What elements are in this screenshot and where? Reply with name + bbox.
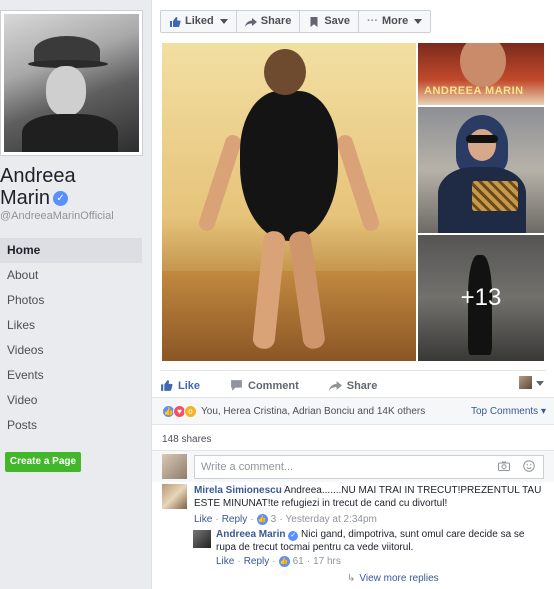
magazine-cover-text: ANDREEA MARIN xyxy=(424,85,524,97)
speech-bubble-icon xyxy=(231,380,242,391)
chevron-down-icon[interactable] xyxy=(536,381,544,386)
liked-label: Liked xyxy=(185,15,214,27)
nav-item-home[interactable]: Home xyxy=(0,238,142,263)
page-name-line1: Andreea xyxy=(0,165,76,187)
share-arrow-icon xyxy=(328,381,342,391)
reply-author[interactable]: Andreea Marin xyxy=(216,529,285,540)
share-button[interactable]: Share xyxy=(237,11,301,32)
wow-reaction-icon[interactable]: o xyxy=(184,404,197,418)
left-sidebar: Andreea Marin ✓ @AndreeaMarinOfficial Hom… xyxy=(0,0,150,589)
comment: Mirela Simionescu Andreea.......NU MAI T… xyxy=(152,484,554,526)
thumbs-up-icon: 👍 xyxy=(278,556,290,567)
liked-button[interactable]: Liked xyxy=(161,11,237,32)
profile-picture[interactable] xyxy=(0,10,143,156)
comment-author[interactable]: Mirela Simionescu xyxy=(194,485,282,496)
photo-thumbnail-2[interactable] xyxy=(418,107,544,233)
view-more-replies-label: View more replies xyxy=(359,573,439,584)
chevron-down-icon xyxy=(219,19,228,24)
more-label: More xyxy=(382,15,409,27)
nav-item-about[interactable]: About xyxy=(0,263,142,288)
comment-input[interactable] xyxy=(194,455,544,479)
like-label: Like xyxy=(178,379,201,392)
comment-label: Comment xyxy=(248,379,299,392)
comment-body: Mirela Simionescu Andreea.......NU MAI T… xyxy=(194,484,544,510)
post-actions-bar: Like Comment Share xyxy=(160,370,546,396)
reply-like-link[interactable]: Like xyxy=(216,556,234,567)
save-label: Save xyxy=(324,15,351,27)
share-post-button[interactable]: Share xyxy=(328,379,378,392)
page-handle[interactable]: @AndreeaMarinOfficial xyxy=(0,210,114,222)
camera-icon[interactable] xyxy=(498,461,510,471)
reply-body: Andreea Marin ✓ Nici gand, dimpotriva, s… xyxy=(216,528,546,554)
chevron-down-icon xyxy=(414,19,423,24)
nav-item-likes[interactable]: Likes xyxy=(0,313,142,338)
bookmark-icon xyxy=(310,16,318,27)
avatar[interactable] xyxy=(162,484,187,509)
page-name-line2: Marin xyxy=(0,187,51,209)
view-more-replies-link[interactable]: ↳ View more replies xyxy=(347,573,439,584)
reply-meta: Like · Reply · 👍 61 · 17 hrs xyxy=(216,556,341,567)
verified-badge-icon: ✓ xyxy=(288,531,299,541)
comment-like-link[interactable]: Like xyxy=(194,514,212,525)
comment-button[interactable]: Comment xyxy=(230,379,299,392)
share-label: Share xyxy=(260,15,292,27)
reply-arrow-icon: ↳ xyxy=(347,573,356,584)
reply-reply-link[interactable]: Reply xyxy=(244,556,270,567)
post-photo-grid: ANDREEA MARIN +13 xyxy=(162,43,544,361)
reactions-row: 👍 ♥ o You, Herea Cristina, Adrian Bonciu… xyxy=(152,397,554,425)
comment-meta: Like · Reply · 👍 3 · Yesterday at 2:34pm xyxy=(194,514,377,525)
share-arrow-icon xyxy=(244,17,257,27)
share-post-label: Share xyxy=(346,379,378,392)
nav-item-video[interactable]: Video xyxy=(0,388,142,413)
like-button[interactable]: Like xyxy=(160,379,200,392)
thumbs-up-icon xyxy=(170,16,181,27)
nav-item-posts[interactable]: Posts xyxy=(0,413,142,438)
page-nav: Home About Photos Likes Videos Events Vi… xyxy=(0,238,142,438)
verified-badge-icon: ✓ xyxy=(53,191,69,207)
emoji-icon[interactable] xyxy=(523,460,535,472)
nav-item-videos[interactable]: Videos xyxy=(0,338,142,363)
nav-item-photos[interactable]: Photos xyxy=(0,288,142,313)
top-comments-dropdown[interactable]: Top Comments ▾ xyxy=(471,406,546,417)
more-photos-count: +13 xyxy=(460,284,502,311)
main-photo[interactable] xyxy=(162,43,416,361)
thumbs-up-icon xyxy=(161,380,173,391)
save-button[interactable]: Save xyxy=(300,11,360,32)
reactions-summary[interactable]: You, Herea Cristina, Adrian Bonciu and 1… xyxy=(201,406,425,417)
comment-reply: Andreea Marin ✓ Nici gand, dimpotriva, s… xyxy=(192,528,554,572)
shares-count[interactable]: 148 shares xyxy=(162,434,211,445)
comment-composer xyxy=(152,450,554,482)
comment-timestamp[interactable]: Yesterday at 2:34pm xyxy=(286,514,377,525)
thumbs-up-icon: 👍 xyxy=(256,514,268,525)
more-dots-icon: ··· xyxy=(367,15,379,27)
avatar[interactable] xyxy=(193,530,211,548)
page-action-bar: Liked Share Save ··· More xyxy=(160,10,432,33)
photo-thumbnail-1[interactable]: ANDREEA MARIN xyxy=(418,43,544,105)
comment-like-count[interactable]: 3 xyxy=(271,514,277,525)
top-comments-label: Top Comments xyxy=(470,405,539,417)
nav-item-events[interactable]: Events xyxy=(0,363,142,388)
page-name[interactable]: Andreea Marin ✓ xyxy=(0,165,76,209)
profile-photo-image xyxy=(4,14,139,152)
reply-like-count[interactable]: 61 xyxy=(293,556,304,567)
reply-timestamp[interactable]: 17 hrs xyxy=(313,556,341,567)
avatar xyxy=(162,454,187,479)
viewer-avatar[interactable] xyxy=(519,376,532,389)
more-button[interactable]: ··· More xyxy=(359,11,430,32)
photo-thumbnail-more[interactable]: +13 xyxy=(418,235,544,361)
post-column: Liked Share Save ··· More ANDREEA MARIN xyxy=(151,0,554,589)
comment-reply-link[interactable]: Reply xyxy=(222,514,248,525)
create-page-button[interactable]: Create a Page xyxy=(5,452,81,472)
